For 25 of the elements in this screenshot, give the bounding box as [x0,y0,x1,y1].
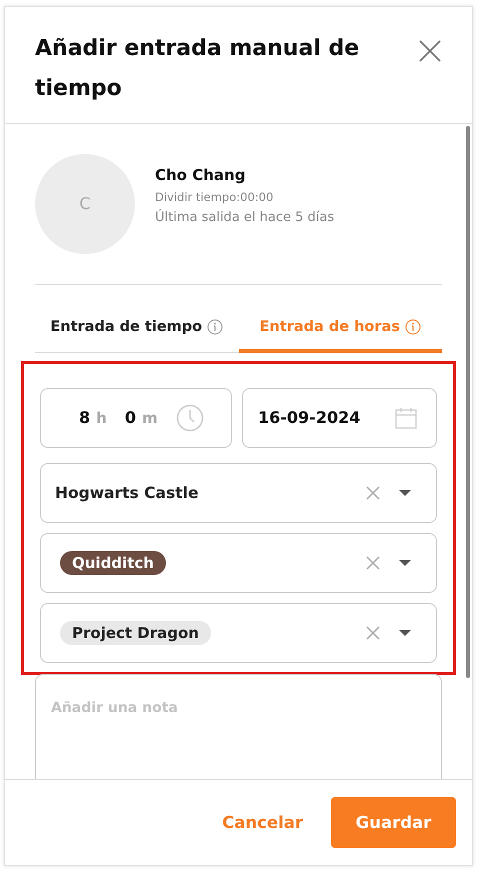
calendar-icon [394,406,418,430]
avatar: C [35,154,135,254]
date-field[interactable]: 16-09-2024 [242,388,437,448]
dropdown-caret-icon[interactable] [398,488,412,497]
tag: Project Dragon [60,620,211,645]
split-time: Dividir tiempo:00:00 [155,190,274,204]
select-field[interactable]: Quidditch [40,532,437,593]
clear-icon[interactable] [366,486,380,500]
select-field[interactable]: Project Dragon [40,602,437,663]
scrollbar[interactable] [466,126,470,678]
clear-icon[interactable] [366,556,380,570]
info-icon[interactable] [404,318,421,335]
user-name: Cho Chang [155,166,246,184]
select-field[interactable]: Hogwarts Castle [40,462,437,523]
last-checkout: Última salida el hace 5 días [155,210,334,225]
tab[interactable]: Entrada de tiempo [35,310,238,353]
dropdown-caret-icon[interactable] [398,558,412,567]
info-icon[interactable] [207,318,224,335]
dropdown-caret-icon[interactable] [398,628,412,637]
duration-field[interactable]: 8 h 0 m [40,388,232,448]
tag: Quidditch [60,550,166,575]
close-icon[interactable] [418,39,442,63]
clear-icon[interactable] [366,626,380,640]
clock-icon [176,404,204,432]
dialog-title: Añadir entrada manual de tiempo [35,35,360,103]
